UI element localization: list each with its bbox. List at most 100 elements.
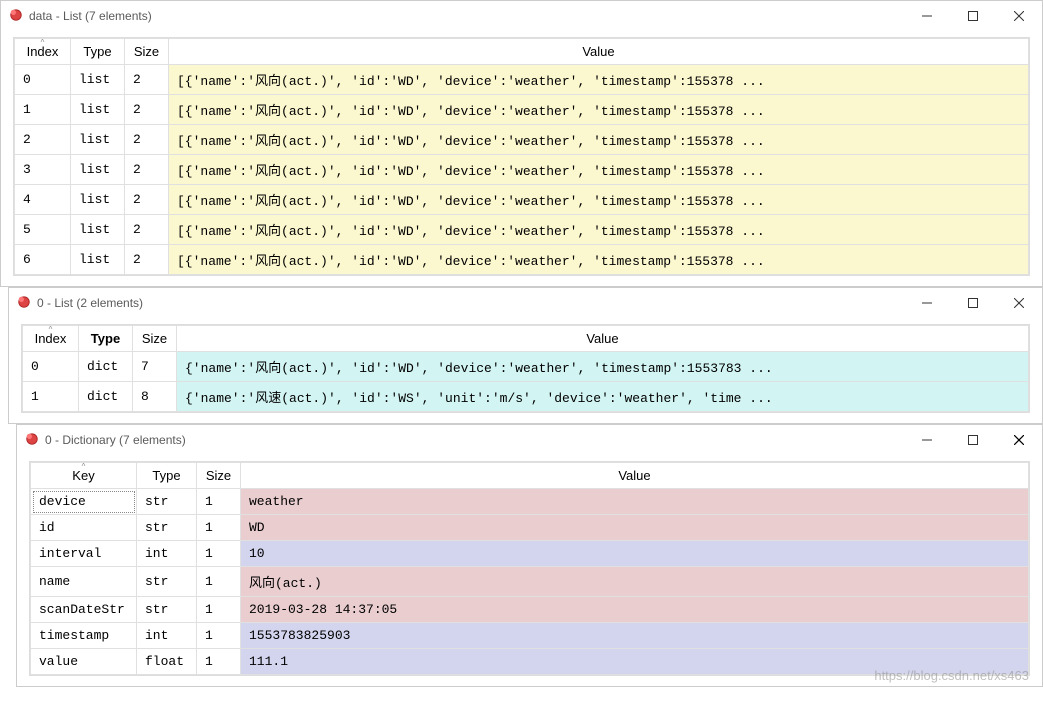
cell-size[interactable]: 1 [197, 597, 241, 623]
table-row[interactable]: 6list2[{'name':'风向(act.)', 'id':'WD', 'd… [15, 245, 1029, 275]
table-row[interactable]: valuefloat1111.1 [31, 649, 1029, 675]
table-row[interactable]: devicestr1weather [31, 489, 1029, 515]
cell-value[interactable]: [{'name':'风向(act.)', 'id':'WD', 'device'… [169, 125, 1029, 155]
col-size[interactable]: Size [133, 326, 177, 352]
maximize-button[interactable] [950, 425, 996, 455]
col-type[interactable]: Type [137, 463, 197, 489]
table-row[interactable]: timestampint11553783825903 [31, 623, 1029, 649]
cell-value[interactable]: [{'name':'风向(act.)', 'id':'WD', 'device'… [169, 65, 1029, 95]
cell-value[interactable]: WD [241, 515, 1029, 541]
cell-type[interactable]: str [137, 567, 197, 597]
cell-index[interactable]: 1 [23, 382, 79, 412]
cell-size[interactable]: 2 [125, 65, 169, 95]
table-row[interactable]: 0list2[{'name':'风向(act.)', 'id':'WD', 'd… [15, 65, 1029, 95]
table-row[interactable]: 1list2[{'name':'风向(act.)', 'id':'WD', 'd… [15, 95, 1029, 125]
cell-index[interactable]: 5 [15, 215, 71, 245]
cell-size[interactable]: 7 [133, 352, 177, 382]
close-button[interactable] [996, 1, 1042, 31]
cell-type[interactable]: int [137, 541, 197, 567]
cell-type[interactable]: dict [79, 352, 133, 382]
cell-type[interactable]: str [137, 515, 197, 541]
titlebar[interactable]: 0 - Dictionary (7 elements) [17, 425, 1042, 455]
cell-type[interactable]: int [137, 623, 197, 649]
table-row[interactable]: 4list2[{'name':'风向(act.)', 'id':'WD', 'd… [15, 185, 1029, 215]
cell-key[interactable]: name [31, 567, 137, 597]
table-row[interactable]: 2list2[{'name':'风向(act.)', 'id':'WD', 'd… [15, 125, 1029, 155]
cell-type[interactable]: list [71, 245, 125, 275]
cell-size[interactable]: 1 [197, 515, 241, 541]
close-button[interactable] [996, 288, 1042, 318]
table-row[interactable]: idstr1WD [31, 515, 1029, 541]
cell-index[interactable]: 0 [15, 65, 71, 95]
cell-value[interactable]: 111.1 [241, 649, 1029, 675]
cell-value[interactable]: [{'name':'风向(act.)', 'id':'WD', 'device'… [169, 95, 1029, 125]
cell-type[interactable]: list [71, 125, 125, 155]
cell-size[interactable]: 1 [197, 623, 241, 649]
close-button[interactable] [996, 425, 1042, 455]
cell-index[interactable]: 1 [15, 95, 71, 125]
cell-value[interactable]: 10 [241, 541, 1029, 567]
table-row[interactable]: 1dict8{'name':'风速(act.)', 'id':'WS', 'un… [23, 382, 1029, 412]
cell-key[interactable]: value [31, 649, 137, 675]
titlebar[interactable]: 0 - List (2 elements) [9, 288, 1042, 318]
minimize-button[interactable] [904, 425, 950, 455]
maximize-button[interactable] [950, 288, 996, 318]
col-value[interactable]: Value [241, 463, 1029, 489]
titlebar[interactable]: data - List (7 elements) [1, 1, 1042, 31]
cell-size[interactable]: 1 [197, 567, 241, 597]
cell-value[interactable]: weather [241, 489, 1029, 515]
cell-value[interactable]: 1553783825903 [241, 623, 1029, 649]
cell-value[interactable]: [{'name':'风向(act.)', 'id':'WD', 'device'… [169, 155, 1029, 185]
cell-type[interactable]: list [71, 185, 125, 215]
cell-key[interactable]: id [31, 515, 137, 541]
table-row[interactable]: 0dict7{'name':'风向(act.)', 'id':'WD', 'de… [23, 352, 1029, 382]
cell-size[interactable]: 1 [197, 489, 241, 515]
col-size[interactable]: Size [197, 463, 241, 489]
minimize-button[interactable] [904, 1, 950, 31]
cell-value[interactable]: [{'name':'风向(act.)', 'id':'WD', 'device'… [169, 245, 1029, 275]
table-row[interactable]: scanDateStrstr12019-03-28 14:37:05 [31, 597, 1029, 623]
col-value[interactable]: Value [169, 39, 1029, 65]
col-value[interactable]: Value [177, 326, 1029, 352]
cell-size[interactable]: 2 [125, 95, 169, 125]
maximize-button[interactable] [950, 1, 996, 31]
cell-key[interactable]: interval [31, 541, 137, 567]
cell-key[interactable]: scanDateStr [31, 597, 137, 623]
cell-value[interactable]: {'name':'风速(act.)', 'id':'WS', 'unit':'m… [177, 382, 1029, 412]
cell-value[interactable]: [{'name':'风向(act.)', 'id':'WD', 'device'… [169, 185, 1029, 215]
cell-value[interactable]: 2019-03-28 14:37:05 [241, 597, 1029, 623]
table-row[interactable]: 5list2[{'name':'风向(act.)', 'id':'WD', 'd… [15, 215, 1029, 245]
cell-index[interactable]: 3 [15, 155, 71, 185]
cell-size[interactable]: 8 [133, 382, 177, 412]
table-row[interactable]: intervalint110 [31, 541, 1029, 567]
cell-size[interactable]: 1 [197, 541, 241, 567]
cell-type[interactable]: str [137, 489, 197, 515]
col-index[interactable]: ^Index [15, 39, 71, 65]
cell-type[interactable]: list [71, 215, 125, 245]
cell-type[interactable]: str [137, 597, 197, 623]
cell-size[interactable]: 2 [125, 185, 169, 215]
cell-index[interactable]: 6 [15, 245, 71, 275]
cell-value[interactable]: [{'name':'风向(act.)', 'id':'WD', 'device'… [169, 215, 1029, 245]
cell-key[interactable]: device [31, 489, 137, 515]
cell-size[interactable]: 2 [125, 125, 169, 155]
cell-type[interactable]: list [71, 95, 125, 125]
cell-type[interactable]: list [71, 65, 125, 95]
cell-index[interactable]: 2 [15, 125, 71, 155]
col-type[interactable]: Type [79, 326, 133, 352]
col-type[interactable]: Type [71, 39, 125, 65]
minimize-button[interactable] [904, 288, 950, 318]
cell-size[interactable]: 1 [197, 649, 241, 675]
cell-size[interactable]: 2 [125, 245, 169, 275]
cell-key[interactable]: timestamp [31, 623, 137, 649]
cell-type[interactable]: float [137, 649, 197, 675]
cell-value[interactable]: 风向(act.) [241, 567, 1029, 597]
col-size[interactable]: Size [125, 39, 169, 65]
cell-value[interactable]: {'name':'风向(act.)', 'id':'WD', 'device':… [177, 352, 1029, 382]
table-row[interactable]: 3list2[{'name':'风向(act.)', 'id':'WD', 'd… [15, 155, 1029, 185]
col-key[interactable]: ^Key [31, 463, 137, 489]
table-row[interactable]: namestr1风向(act.) [31, 567, 1029, 597]
cell-type[interactable]: dict [79, 382, 133, 412]
cell-size[interactable]: 2 [125, 155, 169, 185]
col-index[interactable]: ^Index [23, 326, 79, 352]
